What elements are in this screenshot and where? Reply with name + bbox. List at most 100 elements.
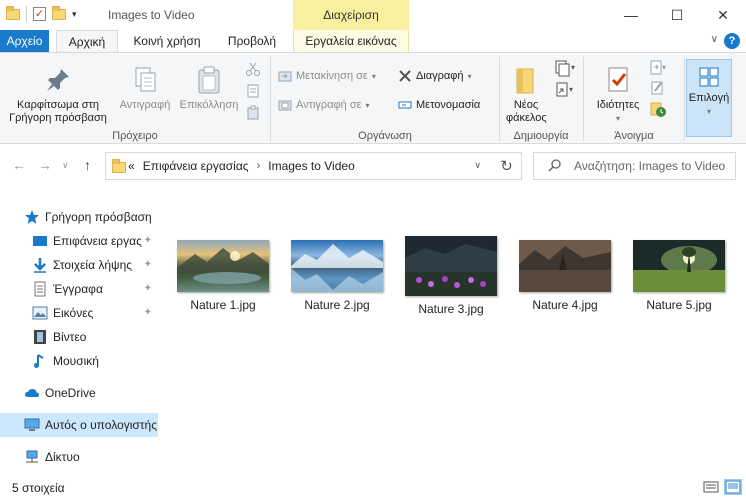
nav-desktop[interactable]: Επιφάνεια εργας ✦ <box>0 229 158 253</box>
address-folder-icon <box>112 159 126 173</box>
tab-file[interactable]: Αρχείο <box>0 30 49 52</box>
address-history-dropdown-icon[interactable]: ∨ <box>474 160 481 171</box>
nav-this-pc[interactable]: Αυτός ο υπολογιστής <box>0 413 158 437</box>
nav-label: OneDrive <box>45 386 96 400</box>
window-title: Images to Video <box>108 8 195 22</box>
pin-icon: ✦ <box>143 307 152 318</box>
breadcrumb-overflow[interactable]: « <box>128 159 135 173</box>
help-icon[interactable]: ? <box>724 33 740 49</box>
tab-view[interactable]: Προβολή <box>220 30 284 52</box>
close-button[interactable]: ✕ <box>700 0 746 30</box>
pin-icon: ✦ <box>143 283 152 294</box>
new-group: Νέος φάκελος ▾ ▾ Δημιουργία <box>500 53 582 144</box>
tab-home[interactable]: Αρχική <box>56 30 118 52</box>
open-icon[interactable]: ▾ <box>649 59 669 80</box>
new-folder-qat-icon[interactable] <box>52 5 66 20</box>
file-item[interactable]: Nature 4.jpg <box>508 236 622 316</box>
address-bar[interactable]: « Επιφάνεια εργασίας › Images to Video ∨ <box>105 152 522 180</box>
breadcrumb-chevron-icon[interactable]: › <box>257 160 261 172</box>
nav-pictures[interactable]: Εικόνες ✦ <box>0 301 158 325</box>
delete-label: Διαγραφή <box>416 70 464 82</box>
cut-icon[interactable] <box>245 61 261 80</box>
computer-icon <box>24 417 40 433</box>
search-box[interactable]: Αναζήτηση: Images to Video <box>533 152 736 180</box>
refresh-icon[interactable]: ↻ <box>492 152 522 180</box>
nav-label: Έγγραφα <box>53 282 103 296</box>
maximize-button[interactable]: ☐ <box>654 0 700 30</box>
paste-label: Επικόλληση <box>179 99 239 111</box>
minimize-button[interactable]: — <box>608 0 654 30</box>
file-item[interactable]: Nature 1.jpg <box>166 236 280 316</box>
tab-share[interactable]: Κοινή χρήση <box>124 30 210 52</box>
ribbon-tabs: Αρχείο Αρχική Κοινή χρήση Προβολή Εργαλε… <box>0 30 746 52</box>
nav-label: Στοιχεία λήψης <box>53 258 133 272</box>
rename-button[interactable]: Μετονομασία <box>398 98 480 112</box>
properties-qat-icon[interactable]: ✓ <box>33 7 46 21</box>
customize-qat-dropdown[interactable]: ▾ <box>72 9 77 20</box>
file-item[interactable]: Nature 3.jpg <box>394 236 508 316</box>
select-all-icon <box>698 66 720 88</box>
copy-label: Αντιγραφή <box>119 99 171 111</box>
clipboard-group: Καρφίτσωμα στη Γρήγορη πρόσβαση Αντιγραφ… <box>0 53 270 144</box>
history-icon[interactable] <box>649 101 669 122</box>
nav-videos[interactable]: Βίντεο <box>0 325 158 349</box>
collapse-ribbon-icon[interactable]: ∨ <box>711 34 718 45</box>
move-to-icon <box>278 69 292 83</box>
delete-dropdown-icon: ▾ <box>467 71 472 81</box>
edit-icon[interactable] <box>649 79 669 100</box>
select-label: Επιλογή <box>688 92 730 104</box>
nav-documents[interactable]: Έγγραφα ✦ <box>0 277 158 301</box>
manage-contextual-header: Διαχείριση <box>293 0 409 30</box>
details-view-icon[interactable] <box>702 479 720 495</box>
pictures-icon <box>32 305 48 321</box>
pin-icon: ✦ <box>143 259 152 270</box>
copy-icon <box>130 65 160 95</box>
large-icons-view-icon[interactable] <box>724 479 742 495</box>
new-item-icon[interactable]: ▾ <box>554 59 576 80</box>
copy-to-icon <box>278 98 292 112</box>
move-to-button[interactable]: Μετακίνηση σε ▾ <box>278 69 376 83</box>
file-list: Nature 1.jpg Nature 2.jpg Nature 3.jpg N… <box>160 200 746 476</box>
image-thumbnail <box>177 240 269 292</box>
pin-to-quick-access-button[interactable]: Καρφίτσωμα στη Γρήγορη πρόσβαση <box>4 65 112 125</box>
organize-group: Μετακίνηση σε ▾ Αντιγραφή σε ▾ Διαγραφή … <box>272 53 498 144</box>
breadcrumb-desktop[interactable]: Επιφάνεια εργασίας <box>143 159 249 173</box>
file-item[interactable]: Nature 2.jpg <box>280 236 394 316</box>
move-to-dropdown-icon: ▾ <box>371 71 376 81</box>
new-folder-button[interactable]: Νέος φάκελος <box>506 65 547 125</box>
tab-picture-tools[interactable]: Εργαλεία εικόνας <box>293 30 409 52</box>
easy-access-icon[interactable]: ▾ <box>554 81 576 102</box>
copy-to-label: Αντιγραφή σε <box>296 99 362 111</box>
svg-text:▾: ▾ <box>569 85 573 94</box>
forward-arrow-icon[interactable]: → <box>38 157 52 173</box>
up-arrow-icon[interactable]: ↑ <box>84 157 91 173</box>
navigation-bar: ← → ∨ ↑ « Επιφάνεια εργασίας › Images to… <box>0 145 746 187</box>
breadcrumb-current-folder[interactable]: Images to Video <box>268 159 355 173</box>
select-button[interactable]: Επιλογή ▾ <box>686 59 732 137</box>
back-arrow-icon[interactable]: ← <box>12 157 26 173</box>
new-group-label: Δημιουργία <box>513 130 569 142</box>
quick-access-toolbar: ✓ ▾ <box>6 5 77 22</box>
nav-downloads[interactable]: Στοιχεία λήψης ✦ <box>0 253 158 277</box>
copy-path-icon[interactable] <box>245 83 261 102</box>
properties-button[interactable]: Ιδιότητες ▾ <box>591 65 645 125</box>
navigation-pane: Γρήγορη πρόσβαση Επιφάνεια εργας ✦ Στοιχ… <box>0 200 158 476</box>
image-thumbnail <box>291 240 383 292</box>
toolbar-divider <box>26 6 27 22</box>
paste-shortcut-icon[interactable] <box>245 105 261 124</box>
nav-network[interactable]: Δίκτυο <box>0 445 158 469</box>
recent-locations-dropdown-icon[interactable]: ∨ <box>62 160 69 171</box>
delete-button[interactable]: Διαγραφή ▾ <box>398 69 472 83</box>
download-icon <box>32 257 48 273</box>
nav-onedrive[interactable]: OneDrive <box>0 381 158 405</box>
svg-text:▾: ▾ <box>662 63 666 72</box>
nav-quick-access[interactable]: Γρήγορη πρόσβαση <box>0 205 158 229</box>
image-thumbnail <box>519 240 611 292</box>
paste-button[interactable]: Επικόλληση <box>176 65 242 112</box>
image-thumbnail <box>405 236 497 296</box>
copy-to-button[interactable]: Αντιγραφή σε ▾ <box>278 98 370 112</box>
paste-icon <box>194 65 224 95</box>
nav-music[interactable]: Μουσική <box>0 349 158 373</box>
file-item[interactable]: Nature 5.jpg <box>622 236 736 316</box>
copy-button[interactable]: Αντιγραφή <box>112 65 178 112</box>
